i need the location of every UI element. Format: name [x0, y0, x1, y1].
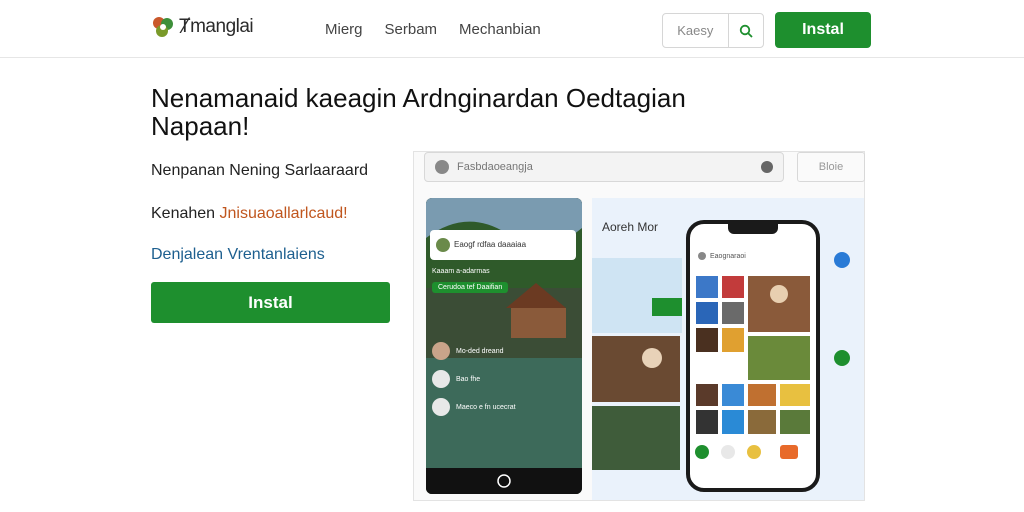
preview-item-2: Bao fhe [432, 370, 480, 388]
item-avatar [432, 342, 450, 360]
preview-tag: Kaaam a-adarmas [432, 268, 490, 275]
photo-grid [695, 276, 810, 459]
brand-name: Ⱦmanglai [179, 16, 254, 37]
install-button-main[interactable]: Instal [151, 282, 390, 323]
preview-pill: Cerudoa tef Daaifian [432, 282, 509, 293]
feature-2-prefix: Kenahen [151, 205, 220, 222]
page-headline: Nenamanaid kaeagin Ardnginardan Oedtagia… [151, 83, 686, 141]
preview-user-icon [761, 161, 773, 173]
preview-search-text: Fasbdaoeangja [457, 161, 533, 173]
preview-phone-right: Eaognaraoi [686, 220, 820, 492]
nav-item-1[interactable]: Mierg [325, 21, 363, 38]
phone-header: Eaognaraoi [698, 252, 746, 260]
preview-card: Eaogf rdfaa daaaiaa [430, 230, 576, 260]
app-preview: Fasbdaoeangja Bloie Eaogf rdfaa daaaiaa … [413, 151, 865, 501]
feature-3-link[interactable]: Denjalean Vrentanlaiens [151, 246, 325, 264]
preview-avatar-icon [435, 160, 449, 174]
preview-search-bar: Fasbdaoeangja [424, 152, 784, 182]
feature-2-highlight[interactable]: Jnisuaoallarlcaud! [220, 205, 348, 222]
preview-item-1: Mo-ded dreand [432, 342, 503, 360]
header-avatar [698, 252, 706, 260]
preview-button: Bloie [797, 152, 865, 182]
preview-item-3: Maeco e fn ucecrat [432, 398, 516, 416]
card-title: Eaogf rdfaa daaaiaa [454, 240, 527, 249]
card-avatar [436, 238, 450, 252]
item-avatar [432, 370, 450, 388]
top-bar: Ⱦmanglai Mierg Serbam Mechanbian Kaesy I… [0, 0, 1024, 58]
search-icon [739, 24, 753, 38]
search-box[interactable]: Kaesy [662, 13, 764, 48]
search-button[interactable] [727, 14, 763, 47]
search-input[interactable]: Kaesy [663, 23, 728, 38]
brand-logo[interactable]: Ⱦmanglai [151, 15, 254, 39]
feature-2: Kenahen Jnisuaoallarlcaud! [151, 205, 348, 223]
nav-item-3[interactable]: Mechanbian [459, 21, 541, 38]
feature-1: Nenpanan Nening Sarlaaraard [151, 162, 369, 179]
logo-icon [151, 15, 175, 39]
preview-phone-left: Eaogf rdfaa daaaiaa Kaaam a-adarmas Ceru… [426, 198, 582, 494]
item-avatar [432, 398, 450, 416]
phone-notch [728, 224, 778, 234]
nav-item-2[interactable]: Serbam [385, 21, 438, 38]
install-button-header[interactable]: Instal [775, 12, 871, 48]
main-nav: Mierg Serbam Mechanbian [325, 21, 541, 38]
